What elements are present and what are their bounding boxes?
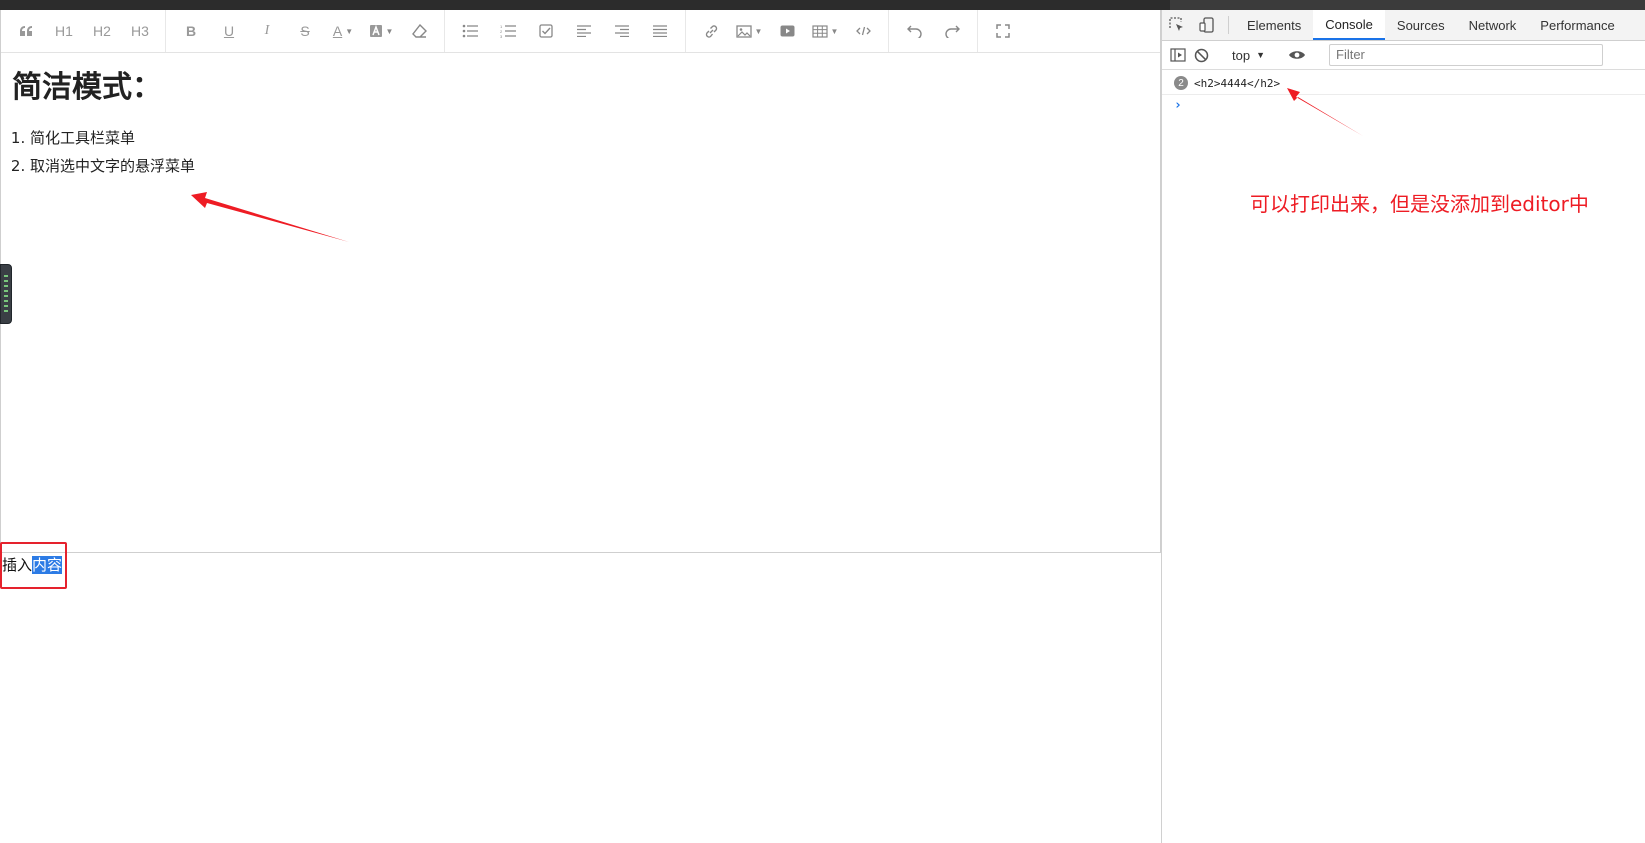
- context-value: top: [1232, 47, 1251, 63]
- table-icon: [811, 24, 828, 38]
- toolbar-group-format: B U I S A ▼ ▼: [166, 10, 445, 52]
- chevron-down-icon: ▼: [754, 26, 763, 36]
- console-message-row: 2 <h2>4444</h2>: [1162, 72, 1645, 95]
- fullscreen-button[interactable]: [988, 16, 1018, 46]
- underline-button[interactable]: U: [214, 16, 244, 46]
- filter-input[interactable]: Filter: [1329, 44, 1603, 66]
- editor-pane: H1 H2 H3 B U I S A ▼ ▼ 1 2 3 ▼ ▼ 简洁模式： 1…: [0, 10, 1161, 843]
- console-toolbar: top ▼ Filter: [1162, 41, 1645, 70]
- quote-icon: [20, 26, 32, 36]
- console-prompt[interactable]: ›: [1174, 98, 1182, 113]
- window-top-bar: [0, 0, 1645, 10]
- link-icon: [705, 24, 717, 38]
- image-button[interactable]: ▼: [734, 16, 764, 46]
- content-list: 简化工具栏菜单 取消选中文字的悬浮菜单: [12, 124, 1132, 180]
- undo-button[interactable]: [899, 16, 929, 46]
- link-button[interactable]: [696, 16, 726, 46]
- toolbar-group-lists: 123: [445, 10, 686, 52]
- font-color-label: A: [332, 23, 343, 39]
- todo-button[interactable]: [531, 16, 561, 46]
- annotation-text: 可以打印出来，但是没添加到editor中: [1250, 192, 1589, 216]
- svg-text:3: 3: [500, 34, 503, 38]
- toolbar-group-history: [889, 10, 978, 52]
- h2-button[interactable]: H2: [87, 16, 117, 46]
- insert-content-button[interactable]: 插入内容: [2, 555, 63, 575]
- strikethrough-button[interactable]: S: [290, 16, 320, 46]
- h1-button[interactable]: H1: [49, 16, 79, 46]
- device-icon: [1199, 17, 1214, 33]
- repeat-count-badge: 2: [1174, 76, 1188, 90]
- tab-elements[interactable]: Elements: [1235, 10, 1313, 40]
- tab-network[interactable]: Network: [1457, 10, 1529, 40]
- code-icon: [855, 26, 871, 36]
- align-justify-button[interactable]: [645, 16, 675, 46]
- redo-icon: [944, 25, 960, 38]
- redo-button[interactable]: [937, 16, 967, 46]
- device-toolbar-button[interactable]: [1192, 10, 1222, 40]
- sidebar-icon: [1170, 48, 1186, 62]
- chevron-down-icon: ▼: [830, 26, 839, 36]
- content-heading: 简洁模式：: [12, 70, 162, 105]
- list-item: 取消选中文字的悬浮菜单: [30, 152, 1132, 180]
- background-color-button[interactable]: ▼: [366, 16, 396, 46]
- numbered-list-icon: 123: [500, 24, 516, 38]
- fullscreen-icon: [996, 24, 1010, 38]
- inspect-element-button[interactable]: [1162, 10, 1192, 40]
- numbered-list-button[interactable]: 123: [493, 16, 523, 46]
- bulleted-list-button[interactable]: [455, 16, 485, 46]
- eraser-icon: [411, 24, 427, 38]
- video-icon: [780, 25, 794, 37]
- align-right-icon: [615, 25, 629, 37]
- tab-sources[interactable]: Sources: [1385, 10, 1457, 40]
- show-sidebar-button[interactable]: [1170, 41, 1186, 69]
- eye-icon: [1289, 51, 1305, 59]
- insert-prefix: 插入: [2, 556, 33, 574]
- image-icon: [735, 24, 752, 38]
- toolbar-group-view: [978, 10, 1028, 52]
- bullet-list-icon: [462, 24, 478, 38]
- list-item: 简化工具栏菜单: [30, 124, 1132, 152]
- table-button[interactable]: ▼: [810, 16, 840, 46]
- editor-content[interactable]: 简洁模式： 简化工具栏菜单 取消选中文字的悬浮菜单: [12, 70, 1132, 180]
- inspect-icon: [1169, 17, 1183, 31]
- code-button[interactable]: [848, 16, 878, 46]
- clear-format-button[interactable]: [404, 16, 434, 46]
- italic-button[interactable]: I: [252, 16, 282, 46]
- video-button[interactable]: [772, 16, 802, 46]
- blockquote-button[interactable]: [11, 16, 41, 46]
- devtools-tab-bar: Elements Console Sources Network Perform…: [1162, 10, 1645, 41]
- clear-console-button[interactable]: [1194, 41, 1209, 69]
- live-expression-button[interactable]: [1288, 41, 1306, 69]
- chevron-down-icon: ▼: [345, 26, 354, 36]
- undo-icon: [906, 25, 922, 38]
- align-left-icon: [577, 25, 591, 37]
- checkbox-icon: [539, 24, 553, 38]
- align-left-button[interactable]: [569, 16, 599, 46]
- selected-text: 内容: [32, 556, 63, 574]
- tab-console[interactable]: Console: [1313, 10, 1385, 40]
- align-right-button[interactable]: [607, 16, 637, 46]
- highlight-icon: [369, 24, 382, 37]
- font-color-button[interactable]: A ▼: [328, 16, 358, 46]
- block-icon: [1194, 48, 1209, 62]
- toolbar-group-headings: H1 H2 H3: [1, 10, 166, 52]
- tab-performance[interactable]: Performance: [1528, 10, 1626, 40]
- chevron-down-icon: ▼: [1256, 50, 1265, 60]
- side-drag-handle[interactable]: [0, 264, 12, 324]
- chevron-down-icon: ▼: [385, 26, 394, 36]
- toolbar-group-insert: ▼ ▼: [686, 10, 889, 52]
- bold-button[interactable]: B: [176, 16, 206, 46]
- h3-button[interactable]: H3: [125, 16, 155, 46]
- devtools-panel: Elements Console Sources Network Perform…: [1161, 10, 1645, 843]
- editor-toolbar: H1 H2 H3 B U I S A ▼ ▼ 1 2 3 ▼ ▼: [1, 10, 1160, 53]
- context-selector[interactable]: top ▼: [1226, 48, 1271, 63]
- rich-text-editor: H1 H2 H3 B U I S A ▼ ▼ 1 2 3 ▼ ▼ 简洁模式： 1…: [0, 10, 1161, 553]
- console-message: <h2>4444</h2>: [1194, 76, 1281, 90]
- align-justify-icon: [653, 25, 667, 37]
